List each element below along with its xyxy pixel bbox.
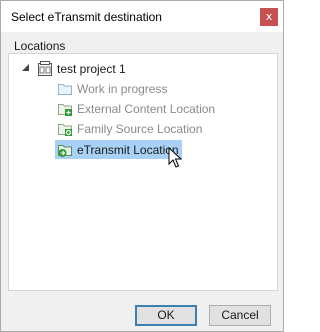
family-source-folder-icon [58,124,72,136]
dialog-title: Select eTransmit destination [11,10,162,24]
ok-button[interactable]: OK [135,305,197,326]
cancel-button[interactable]: Cancel [209,305,271,326]
tree-node-external-content-location[interactable]: External Content Location [57,99,215,119]
title-bar: Select eTransmit destination x [1,1,283,32]
close-icon: x [265,10,273,23]
tree-node-work-in-progress[interactable]: Work in progress [57,79,167,99]
tree-node-label: test project 1 [57,62,126,76]
tree-node-label: eTransmit Location [77,142,179,157]
folder-icon [58,84,72,95]
tree-node-test-project-1[interactable]: test project 1 [37,59,126,79]
tree-node-etransmit-location[interactable]: eTransmit Location [55,140,182,159]
etransmit-dialog: Select eTransmit destination x Locations… [0,0,284,332]
locations-group-label: Locations [14,39,66,53]
tree-node-label: External Content Location [77,102,216,116]
project-icon [38,61,52,76]
external-content-folder-icon [58,104,72,116]
tree-node-label: Family Source Location [77,122,203,136]
tree-node-family-source-location[interactable]: Family Source Location [57,119,202,139]
tree-node-label: Work in progress [77,82,168,96]
collapse-triangle-icon[interactable] [21,63,30,72]
etransmit-folder-icon [58,144,72,157]
close-button[interactable]: x [260,8,278,26]
mouse-cursor-icon [168,147,182,168]
